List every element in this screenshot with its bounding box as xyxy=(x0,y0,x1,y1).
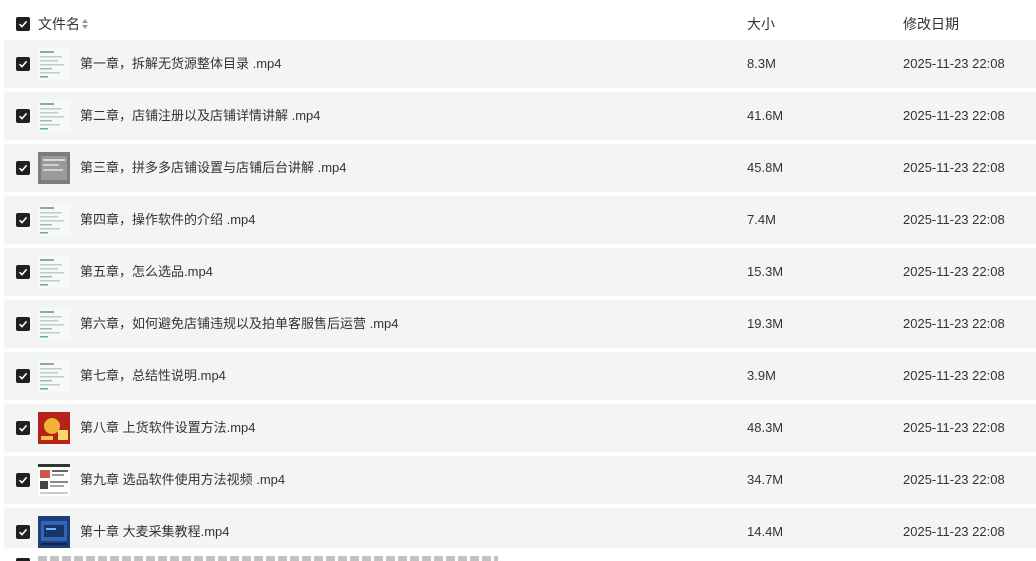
file-checkbox[interactable] xyxy=(16,369,30,383)
file-row[interactable]: 第八章 上货软件设置方法.mp4 48.3M 2025-11-23 22:08 xyxy=(4,404,1036,452)
file-row[interactable]: 第七章，总结性说明.mp4 3.9M 2025-11-23 22:08 xyxy=(4,352,1036,400)
column-header-name[interactable]: 文件名 xyxy=(38,15,80,33)
file-checkbox[interactable] xyxy=(16,317,30,331)
file-size: 48.3M xyxy=(747,420,784,435)
video-thumbnail-icon[interactable] xyxy=(38,48,70,80)
file-modified-date: 2025-11-23 22:08 xyxy=(903,212,1005,227)
file-size: 7.4M xyxy=(747,212,776,227)
file-size: 14.4M xyxy=(747,524,784,539)
file-name[interactable]: 第五章，怎么选品.mp4 xyxy=(80,264,213,280)
file-list: 文件名 大小 修改日期 第一章，拆解无货源整体目录 .mp4 8.3M 2025-1… xyxy=(0,0,1036,561)
video-thumbnail-icon[interactable] xyxy=(38,256,70,288)
file-row[interactable]: 第六章，如何避免店铺违规以及拍单客服售后运营 .mp4 19.3M 2025-11-… xyxy=(4,300,1036,348)
file-name[interactable]: 第八章 上货软件设置方法.mp4 xyxy=(80,420,256,436)
video-thumbnail-icon[interactable] xyxy=(38,204,70,236)
file-size: 8.3M xyxy=(747,56,776,71)
file-modified-date: 2025-11-23 22:08 xyxy=(903,368,1005,383)
checkmark-icon xyxy=(18,164,28,172)
checkmark-icon xyxy=(18,268,28,276)
checkmark-icon xyxy=(18,112,28,120)
column-header-size[interactable]: 大小 xyxy=(747,15,775,33)
file-modified-date: 2025-11-23 22:08 xyxy=(903,316,1005,331)
file-size: 3.9M xyxy=(747,368,776,383)
file-list-header: 文件名 大小 修改日期 xyxy=(0,0,1036,40)
file-modified-date: 2025-11-23 22:08 xyxy=(903,56,1005,71)
file-checkbox[interactable] xyxy=(16,213,30,227)
checkmark-icon xyxy=(18,20,28,28)
file-checkbox[interactable] xyxy=(16,57,30,71)
file-checkbox[interactable] xyxy=(16,161,30,175)
file-row[interactable]: 第五章，怎么选品.mp4 15.3M 2025-11-23 22:08 xyxy=(4,248,1036,296)
file-name[interactable]: 第六章，如何避免店铺违规以及拍单客服售后运营 .mp4 xyxy=(80,316,399,332)
file-name[interactable]: 第十章 大麦采集教程.mp4 xyxy=(80,524,230,540)
checkmark-icon xyxy=(18,320,28,328)
select-all-checkbox[interactable] xyxy=(16,17,30,31)
file-modified-date: 2025-11-23 22:08 xyxy=(903,472,1005,487)
file-name[interactable]: 第一章，拆解无货源整体目录 .mp4 xyxy=(80,56,282,72)
sort-icon[interactable] xyxy=(81,18,89,30)
file-checkbox[interactable] xyxy=(16,265,30,279)
file-name[interactable]: 第三章，拼多多店铺设置与店铺后台讲解 .mp4 xyxy=(80,160,347,176)
column-header-modified[interactable]: 修改日期 xyxy=(903,15,959,33)
file-row[interactable]: 第四章，操作软件的介绍 .mp4 7.4M 2025-11-23 22:08 xyxy=(4,196,1036,244)
file-row[interactable]: 第二章，店铺注册以及店铺详情讲解 .mp4 41.6M 2025-11-23 22:… xyxy=(4,92,1036,140)
file-row[interactable]: 第九章 选品软件使用方法视频 .mp4 34.7M 2025-11-23 22:08 xyxy=(4,456,1036,504)
video-thumbnail-icon[interactable] xyxy=(38,516,70,548)
file-size: 41.6M xyxy=(747,108,784,123)
checkmark-icon xyxy=(18,372,28,380)
video-thumbnail-icon[interactable] xyxy=(38,360,70,392)
file-size: 19.3M xyxy=(747,316,784,331)
file-modified-date: 2025-11-23 22:08 xyxy=(903,264,1005,279)
checkmark-icon xyxy=(18,528,28,536)
checkmark-icon xyxy=(18,424,28,432)
file-modified-date: 2025-11-23 22:08 xyxy=(903,524,1005,539)
file-checkbox[interactable] xyxy=(16,473,30,487)
video-thumbnail-icon[interactable] xyxy=(38,152,70,184)
checkmark-icon xyxy=(18,216,28,224)
file-size: 15.3M xyxy=(747,264,784,279)
checkmark-icon xyxy=(18,476,28,484)
file-checkbox[interactable] xyxy=(16,109,30,123)
file-size: 45.8M xyxy=(747,160,784,175)
checkmark-icon xyxy=(18,60,28,68)
file-modified-date: 2025-11-23 22:08 xyxy=(903,160,1005,175)
file-name[interactable]: 第七章，总结性说明.mp4 xyxy=(80,368,226,384)
file-size: 34.7M xyxy=(747,472,784,487)
file-row[interactable]: 第一章，拆解无货源整体目录 .mp4 8.3M 2025-11-23 22:08 xyxy=(4,40,1036,88)
file-modified-date: 2025-11-23 22:08 xyxy=(903,108,1005,123)
file-name-partial xyxy=(38,556,498,561)
file-checkbox[interactable] xyxy=(16,421,30,435)
list-item-partial xyxy=(0,548,1036,561)
video-thumbnail-icon[interactable] xyxy=(38,464,70,496)
video-thumbnail-icon[interactable] xyxy=(38,100,70,132)
video-thumbnail-icon[interactable] xyxy=(38,412,70,444)
file-name[interactable]: 第四章，操作软件的介绍 .mp4 xyxy=(80,212,256,228)
file-modified-date: 2025-11-23 22:08 xyxy=(903,420,1005,435)
file-name[interactable]: 第二章，店铺注册以及店铺详情讲解 .mp4 xyxy=(80,108,321,124)
file-name[interactable]: 第九章 选品软件使用方法视频 .mp4 xyxy=(80,472,285,488)
file-row[interactable]: 第三章，拼多多店铺设置与店铺后台讲解 .mp4 45.8M 2025-11-23 2… xyxy=(4,144,1036,192)
video-thumbnail-icon[interactable] xyxy=(38,308,70,340)
file-checkbox[interactable] xyxy=(16,525,30,539)
